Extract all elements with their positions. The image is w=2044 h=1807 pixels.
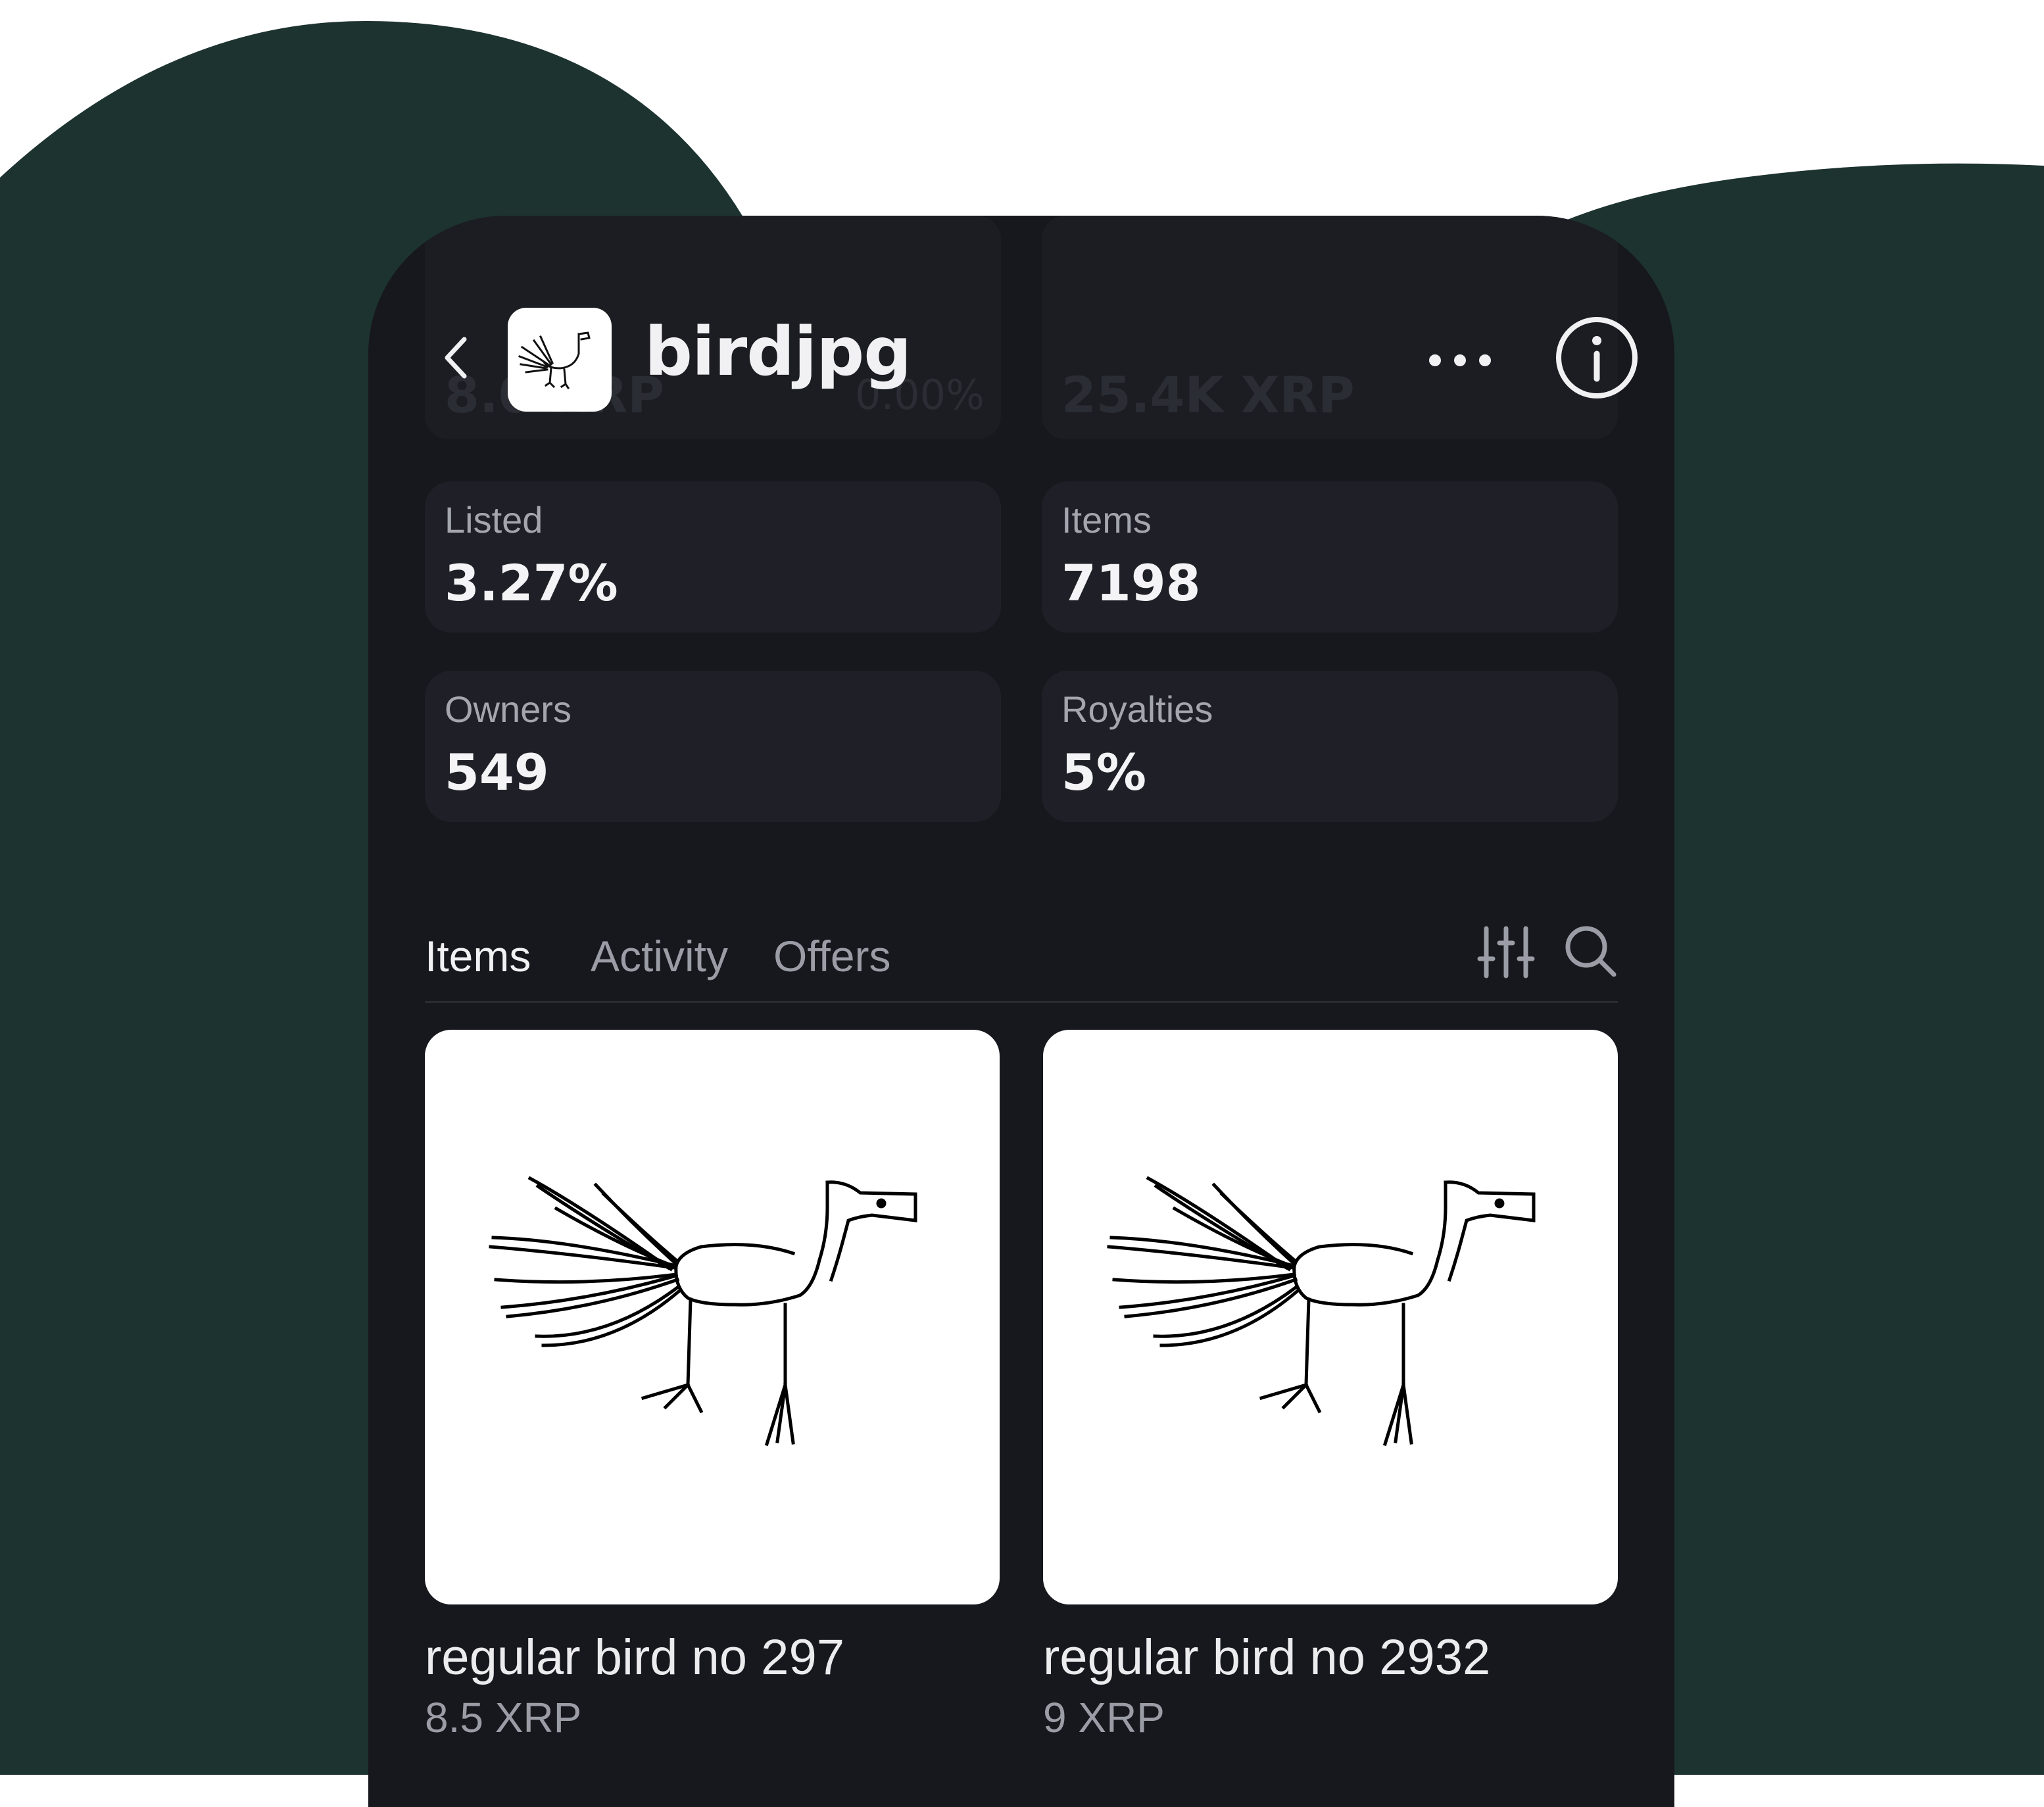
sliders-icon xyxy=(1477,926,1535,978)
phone-frame: 8.0 XRP 0.00% 25.4K XRP birdjpg xyxy=(368,216,1674,1807)
bird-logo-icon xyxy=(518,331,591,390)
nft-image[interactable] xyxy=(425,1030,1000,1604)
nft-price: 9 XRP xyxy=(1043,1694,1165,1741)
info-icon xyxy=(1556,317,1638,398)
bird-drawing-icon xyxy=(489,1176,917,1447)
tab-items[interactable]: Items xyxy=(425,931,531,981)
nft-image[interactable] xyxy=(1043,1030,1618,1604)
collection-logo xyxy=(508,308,612,412)
stat-value: 3.27% xyxy=(445,554,618,612)
more-horizontal-icon xyxy=(1429,354,1491,366)
stat-value: 7198 xyxy=(1061,554,1201,612)
chevron-left-icon xyxy=(445,337,467,379)
stat-items: Items 7198 xyxy=(1042,481,1618,633)
tab-offers[interactable]: Offers xyxy=(773,931,891,981)
stat-label: Items xyxy=(1061,499,1152,541)
search-button[interactable] xyxy=(1563,923,1618,978)
collection-tabs: Items Activity Offers xyxy=(425,900,1618,1005)
stat-label: Listed xyxy=(445,499,543,541)
stat-value: 549 xyxy=(445,743,549,802)
stat-label: Owners xyxy=(445,688,572,730)
tab-activity[interactable]: Activity xyxy=(591,931,728,981)
more-options-button[interactable] xyxy=(1421,341,1499,380)
nft-card[interactable]: regular bird no 297 8.5 XRP xyxy=(425,1030,1000,1744)
back-button[interactable] xyxy=(431,331,484,384)
nft-name: regular bird no 2932 xyxy=(1043,1629,1491,1685)
stat-owners: Owners 549 xyxy=(425,671,1001,822)
stat-royalties: Royalties 5% xyxy=(1042,671,1618,822)
collection-header: birdjpg xyxy=(368,216,1674,466)
info-button[interactable] xyxy=(1552,313,1642,402)
stat-label: Royalties xyxy=(1061,688,1213,730)
stat-listed: Listed 3.27% xyxy=(425,481,1001,633)
nft-price: 8.5 XRP xyxy=(425,1694,582,1741)
nft-card[interactable]: regular bird no 2932 9 XRP xyxy=(1043,1030,1618,1744)
filter-button[interactable] xyxy=(1477,923,1535,981)
nft-name: regular bird no 297 xyxy=(425,1629,844,1685)
search-icon xyxy=(1565,926,1617,977)
bird-drawing-icon xyxy=(1107,1176,1536,1447)
stat-value: 5% xyxy=(1061,743,1147,802)
collection-title: birdjpg xyxy=(645,313,912,391)
tabs-divider xyxy=(425,1001,1618,1003)
